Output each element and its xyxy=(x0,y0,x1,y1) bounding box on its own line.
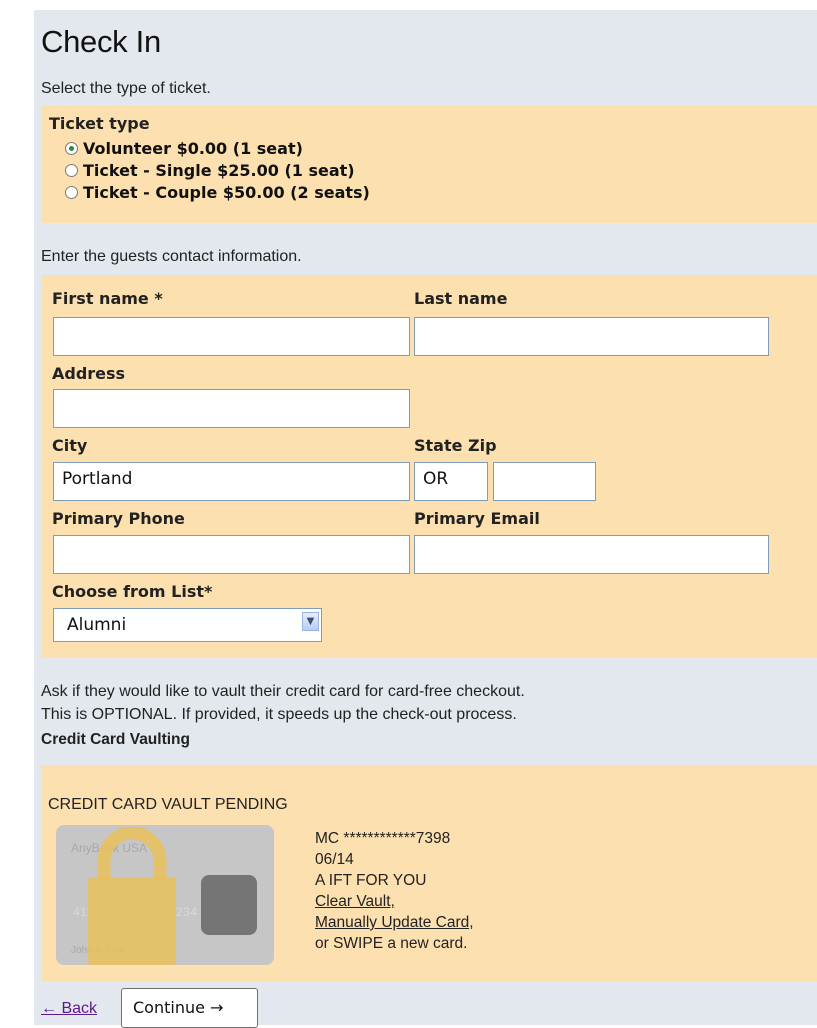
contact-box: First name * Last name Address City Stat… xyxy=(41,275,817,657)
last-name-label: Last name xyxy=(414,289,508,308)
list-selected-value: Alumni xyxy=(67,615,127,635)
chevron-down-icon[interactable]: ▼ xyxy=(302,612,319,631)
first-name-label: First name * xyxy=(52,289,163,308)
ticket-option-single[interactable]: Ticket - Single $25.00 (1 seat) xyxy=(65,160,355,180)
first-name-input[interactable] xyxy=(53,317,410,356)
vault-status: CREDIT CARD VAULT PENDING xyxy=(48,796,288,813)
ticket-instruction: Select the type of ticket. xyxy=(41,80,211,97)
credit-card-image: AnyBank USA 4111 0123 1234 1234 John A. … xyxy=(56,825,274,965)
address-label: Address xyxy=(52,364,126,383)
ticket-type-box: Ticket type Volunteer $0.00 (1 seat) Tic… xyxy=(41,105,817,223)
continue-button[interactable]: Continue → xyxy=(121,988,258,1028)
phone-label: Primary Phone xyxy=(52,509,185,528)
zip-input[interactable] xyxy=(493,462,596,501)
phone-input[interactable] xyxy=(53,535,410,574)
ticket-option-label: Volunteer $0.00 (1 seat) xyxy=(83,138,303,158)
ticket-option-couple[interactable]: Ticket - Couple $50.00 (2 seats) xyxy=(65,182,370,202)
padlock-icon xyxy=(88,827,176,965)
ticket-option-volunteer[interactable]: Volunteer $0.00 (1 seat) xyxy=(65,138,303,158)
vault-box: CREDIT CARD VAULT PENDING AnyBank USA 41… xyxy=(41,765,817,981)
card-masked-number: MC ************7398 xyxy=(315,830,451,847)
list-label: Choose from List* xyxy=(52,582,213,601)
state-input[interactable]: OR xyxy=(414,462,488,501)
last-name-input[interactable] xyxy=(414,317,769,356)
email-label: Primary Email xyxy=(414,509,540,528)
radio-icon[interactable] xyxy=(65,185,78,199)
ticket-option-label: Ticket - Single $25.00 (1 seat) xyxy=(83,160,355,180)
ticket-type-label: Ticket type xyxy=(49,114,150,133)
update-card-link[interactable]: Manually Update Card, xyxy=(315,912,474,933)
card-expiry: 06/14 xyxy=(315,851,354,868)
radio-selected-icon[interactable] xyxy=(65,141,78,155)
swipe-text: or SWIPE a new card. xyxy=(315,935,468,952)
ticket-option-label: Ticket - Couple $50.00 (2 seats) xyxy=(83,182,370,202)
email-input[interactable] xyxy=(414,535,769,574)
card-chip xyxy=(201,875,257,935)
page-title: Check In xyxy=(41,24,161,59)
radio-icon[interactable] xyxy=(65,163,78,177)
address-input[interactable] xyxy=(53,389,410,428)
vault-note-line1: Ask if they would like to vault their cr… xyxy=(41,683,525,700)
card-name: A IFT FOR YOU xyxy=(315,872,427,889)
vault-note-line2: This is OPTIONAL. If provided, it speeds… xyxy=(41,706,517,723)
city-label: City xyxy=(52,436,88,455)
checkin-page: Check In Select the type of ticket. Tick… xyxy=(34,10,817,1028)
back-link[interactable]: ← Back xyxy=(41,1000,97,1018)
clear-vault-link[interactable]: Clear Vault, xyxy=(315,891,395,912)
state-zip-label: State Zip xyxy=(414,436,497,455)
vault-section-label: Credit Card Vaulting xyxy=(41,731,190,748)
city-input[interactable]: Portland xyxy=(53,462,410,501)
contact-instruction: Enter the guests contact information. xyxy=(41,248,302,265)
list-select[interactable]: Alumni ▼ xyxy=(53,608,322,642)
